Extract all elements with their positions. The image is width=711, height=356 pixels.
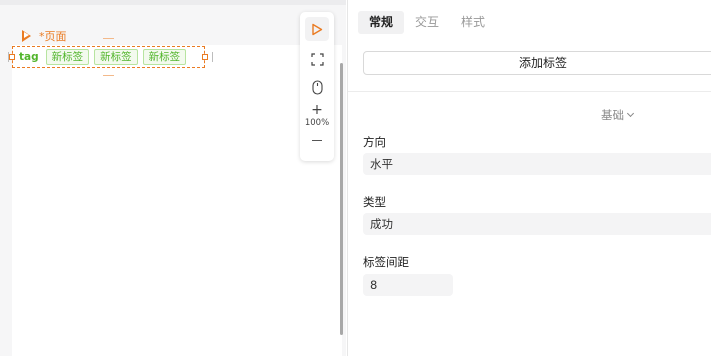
tag-item[interactable]: 新标签 — [142, 49, 187, 65]
spacing-input[interactable]: 8 — [363, 274, 453, 296]
play-icon — [22, 30, 31, 42]
mouse-mode-button[interactable] — [307, 77, 327, 97]
tag-group-selected[interactable]: tag 新标签 新标签 新标签 — [9, 46, 208, 68]
canvas-area: *页面 tag 新标签 新标签 新标签 + 100% — [0, 0, 346, 356]
tag-item[interactable]: 新标签 — [45, 49, 90, 65]
zoom-level: 100% — [304, 118, 330, 128]
tab-general[interactable]: 常规 — [358, 11, 405, 34]
canvas-toolbar: + 100% — [300, 12, 334, 161]
tab-style[interactable]: 样式 — [450, 11, 496, 34]
page-label[interactable]: *页面 — [22, 28, 67, 44]
guide-tick-right — [212, 52, 213, 62]
resize-indicator-bottom — [103, 75, 114, 76]
tag-item[interactable]: 新标签 — [94, 49, 138, 65]
type-select[interactable]: 成功 — [363, 213, 711, 235]
resize-handle-right[interactable] — [202, 54, 208, 60]
direction-select[interactable]: 水平 — [363, 153, 711, 175]
page-surface[interactable] — [12, 45, 342, 356]
preview-button[interactable] — [305, 17, 329, 41]
section-title: 基础 — [601, 108, 624, 122]
panel-tabs: 常规 交互 样式 — [358, 11, 496, 34]
canvas-scrollbar[interactable] — [340, 63, 343, 335]
type-label: 类型 — [363, 195, 386, 209]
zoom-out-button[interactable] — [312, 140, 322, 142]
canvas-top-border — [0, 0, 346, 5]
tab-interaction[interactable]: 交互 — [404, 11, 450, 34]
properties-panel: 常规 交互 样式 添加标签 基础 方向 水平 类型 成功 标签间距 8 — [347, 0, 711, 356]
section-basic-toggle[interactable]: 基础 — [601, 107, 635, 123]
spacing-label: 标签间距 — [363, 255, 409, 269]
direction-label: 方向 — [363, 135, 386, 149]
add-tag-button[interactable]: 添加标签 — [363, 51, 711, 75]
zoom-in-button[interactable]: + — [311, 103, 323, 117]
resize-indicator-top — [103, 38, 114, 39]
tag-item[interactable]: tag — [16, 49, 42, 65]
play-icon — [312, 23, 323, 35]
mouse-icon — [311, 79, 323, 95]
panel-divider — [348, 91, 711, 92]
fit-screen-icon — [310, 52, 324, 66]
fit-screen-button[interactable] — [307, 49, 327, 69]
resize-handle-left[interactable] — [9, 54, 15, 60]
page-label-text: *页面 — [39, 30, 67, 43]
chevron-down-icon — [626, 109, 635, 118]
